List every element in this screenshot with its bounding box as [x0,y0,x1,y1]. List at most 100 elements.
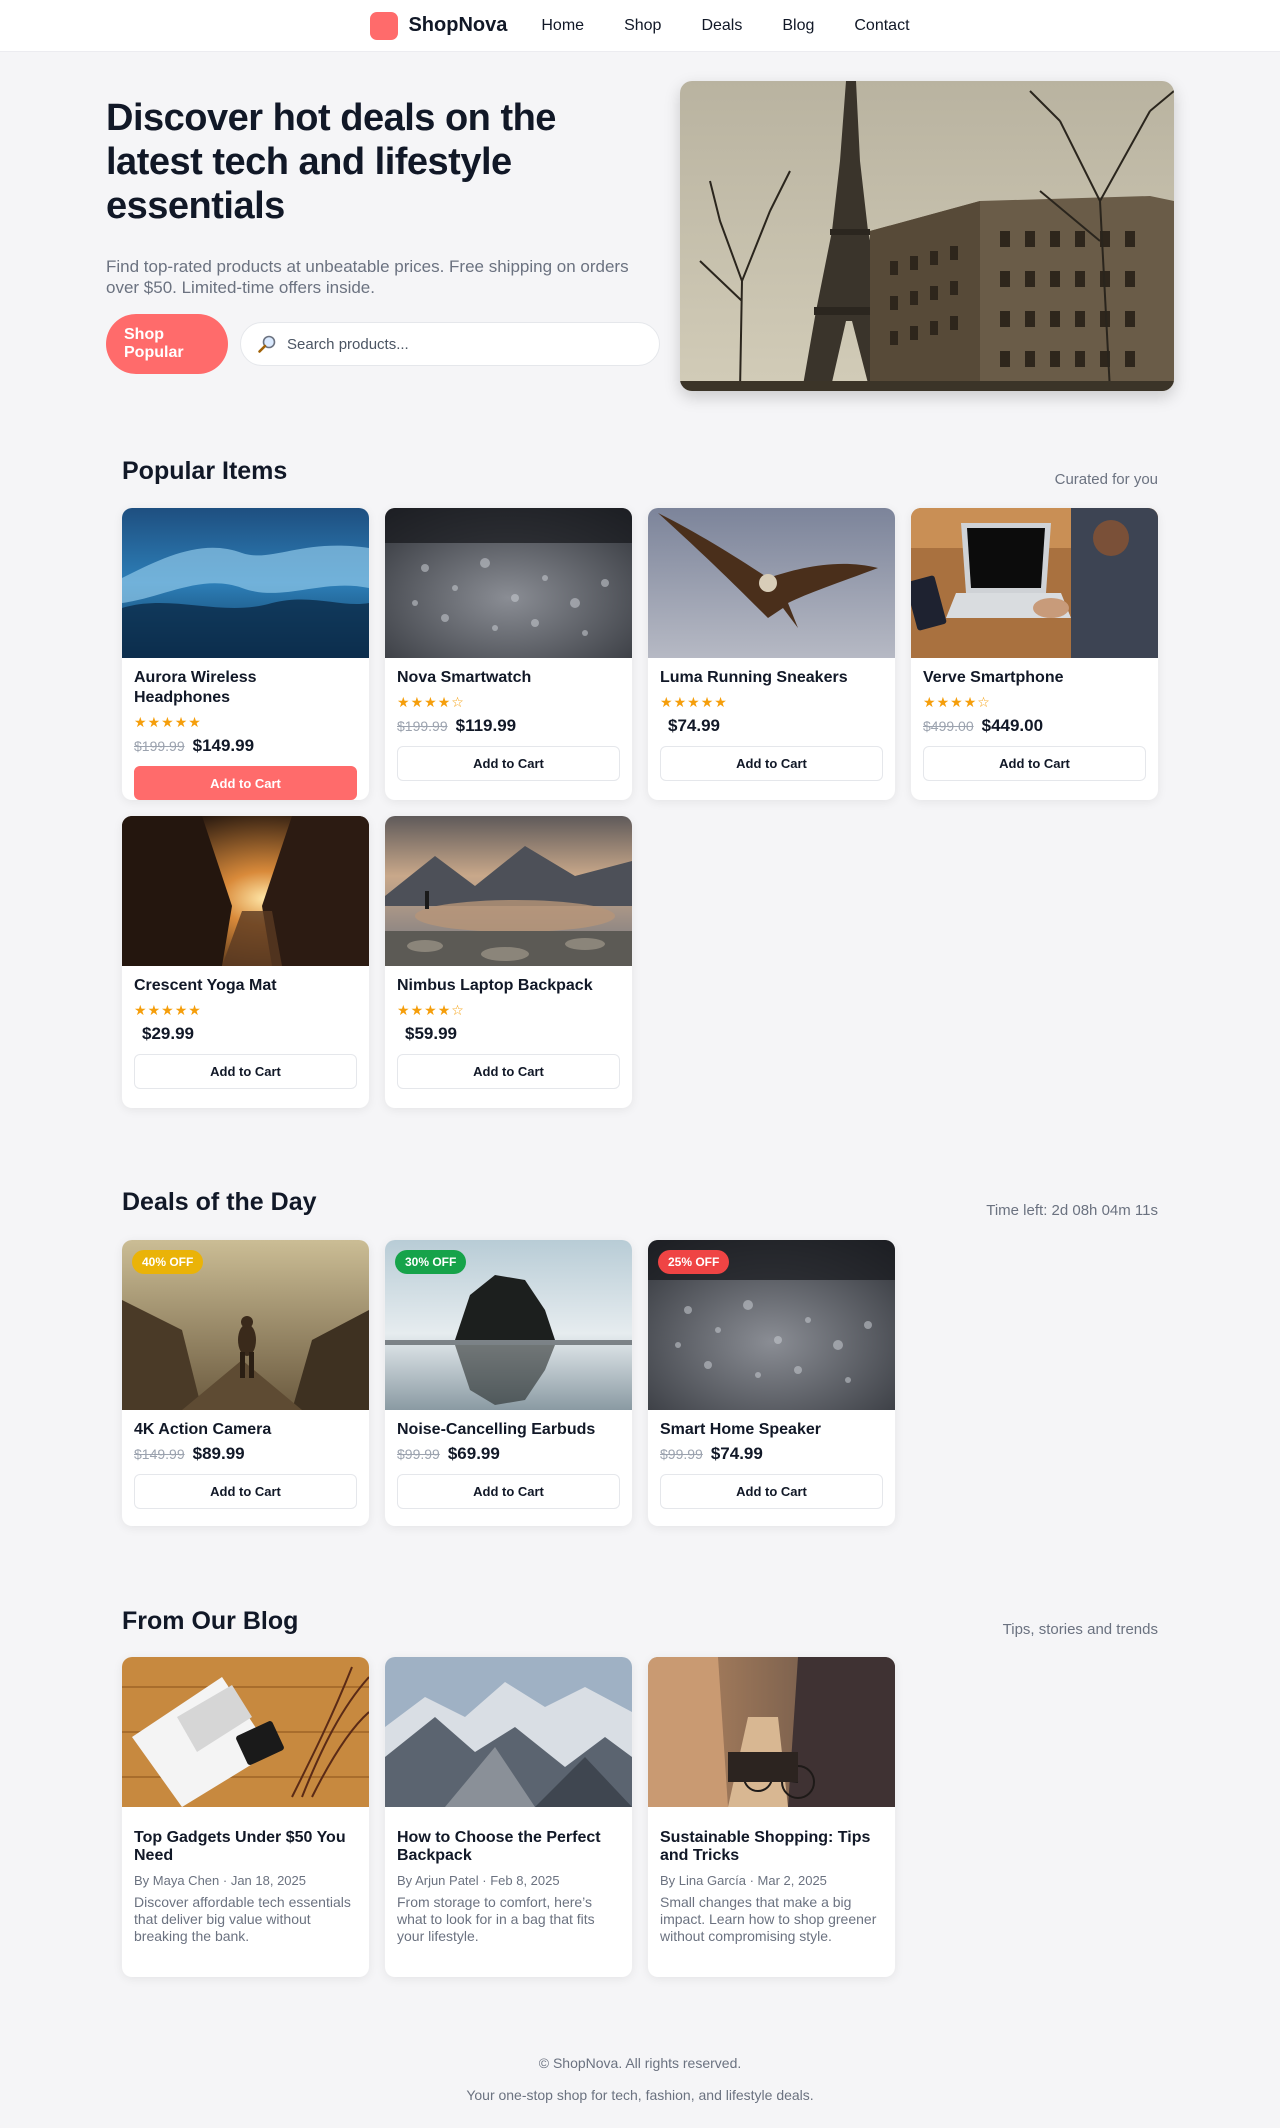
blog-image [385,1657,632,1807]
star-empty-icon: ☆ [451,694,464,710]
footer-copyright: © ShopNova. All rights reserved. [538,2055,742,2071]
product-name: Luma Running Sneakers [660,669,848,686]
product-name: Nova Smartwatch [397,669,532,686]
star-filled-icon: ★ [963,694,977,710]
add-to-cart-button[interactable]: Add to Cart [134,1474,357,1509]
blog-post-title[interactable]: Top Gadgets Under $50 You Need [134,1829,357,1865]
star-filled-icon: ★ [410,1002,424,1018]
product-image [385,508,632,658]
product-name: Nimbus Laptop Backpack [397,977,593,994]
blog-card[interactable]: Top Gadgets Under $50 You Need By Maya C… [122,1657,369,1977]
add-to-cart-button[interactable]: Add to Cart [397,1054,620,1089]
discount-badge: 30% OFF [395,1250,467,1274]
blog-post-excerpt: From storage to comfort, here’s what to … [397,1894,595,1944]
original-price: $149.99 [134,1446,185,1462]
nav-link-shop[interactable]: Shop [624,17,661,35]
nav-link-contact[interactable]: Contact [854,17,909,35]
product-name: Aurora Wireless Headphones [134,669,257,706]
sale-price: $74.99 [668,716,720,735]
product-name: Verve Smartphone [923,669,1064,686]
add-to-cart-button[interactable]: Add to Cart [660,746,883,781]
blog-post-title[interactable]: Sustainable Shopping: Tips and Tricks [660,1829,883,1865]
blog-card[interactable]: Sustainable Shopping: Tips and Tricks By… [648,1657,895,1977]
star-filled-icon: ★ [687,694,700,710]
popular-section-subtitle: Curated for you [1054,471,1158,488]
blog-post-excerpt: Small changes that make a big impact. Le… [660,1894,877,1944]
star-filled-icon: ★ [410,694,424,710]
star-filled-icon: ★ [437,694,451,710]
hero-image [680,81,1174,391]
star-filled-icon: ★ [188,1002,201,1018]
nav-link-home[interactable]: Home [541,17,584,35]
rating-stars: ★ ★ ★ ★ ★ [660,694,883,710]
blog-post-meta: By Lina García · Mar 2, 2025 [660,1873,827,1888]
star-filled-icon: ★ [147,714,161,730]
blog-card[interactable]: How to Choose the Perfect Backpack By Ar… [385,1657,632,1977]
star-filled-icon: ★ [134,714,147,730]
rating-stars: ★ ★ ★ ★ ☆ [397,1002,620,1018]
rating-stars: ★ ★ ★ ★ ☆ [397,694,620,710]
deal-price: $89.99 [192,1444,245,1463]
deal-card[interactable]: 25% OFF Smart Home Speaker $99.99 $74.99… [648,1240,895,1526]
product-card[interactable]: Nova Smartwatch ★ ★ ★ ★ ☆ $199.99 $119.99 Ad… [385,508,632,800]
star-empty-icon: ☆ [451,1002,464,1018]
product-card[interactable]: Crescent Yoga Mat ★ ★ ★ ★ ★ $29.99 Add to Ca… [122,816,369,1108]
deal-card[interactable]: 30% OFF Noise-Cancelling Earbuds $99.99 … [385,1240,632,1526]
add-to-cart-button[interactable]: Add to Cart [660,1474,883,1509]
sale-price: $59.99 [405,1024,457,1043]
brand-logo-icon [370,11,399,40]
product-card[interactable]: Luma Running Sneakers ★ ★ ★ ★ ★ $74.99 Add t… [648,508,895,800]
star-filled-icon: ★ [660,694,673,710]
deal-name: Smart Home Speaker [660,1421,821,1438]
deals-countdown: Time left: 2d 08h 04m 11s [986,1202,1158,1219]
product-card[interactable]: Nimbus Laptop Backpack ★ ★ ★ ★ ☆ $59.99 Add … [385,816,632,1108]
star-filled-icon: ★ [424,694,437,710]
add-to-cart-button[interactable]: Add to Cart [397,746,620,781]
nav-link-blog[interactable]: Blog [782,17,814,35]
product-image [122,508,369,658]
star-filled-icon: ★ [147,1002,161,1018]
add-to-cart-button[interactable]: Add to Cart [134,1054,357,1089]
rating-stars: ★ ★ ★ ★ ★ [134,714,357,730]
original-price: $199.99 [134,738,185,754]
star-filled-icon: ★ [134,1002,147,1018]
deal-image: 25% OFF [648,1240,895,1410]
hero-section: Discover hot deals on the latest tech an… [0,52,1280,412]
add-to-cart-button[interactable]: Add to Cart [397,1474,620,1509]
product-card[interactable]: Aurora Wireless Headphones ★ ★ ★ ★ ★ $199.99… [122,508,369,800]
product-card[interactable]: Verve Smartphone ★ ★ ★ ★ ☆ $499.00 $449.00 A… [911,508,1158,800]
blog-post-meta: By Arjun Patel · Feb 8, 2025 [397,1873,560,1888]
deal-price: $74.99 [710,1444,763,1463]
blog-post-title[interactable]: How to Choose the Perfect Backpack [397,1829,620,1865]
star-filled-icon: ★ [714,694,727,710]
blog-post-meta: By Maya Chen · Jan 18, 2025 [134,1873,306,1888]
original-price: $99.99 [397,1446,440,1462]
star-filled-icon: ★ [424,1002,437,1018]
brand[interactable]: ShopNova [370,11,507,40]
deals-section-title: Deals of the Day [122,1188,317,1216]
star-filled-icon: ★ [950,694,963,710]
search-input[interactable] [287,335,647,353]
add-to-cart-button[interactable]: Add to Cart [134,766,357,800]
product-image [122,816,369,966]
original-price: $99.99 [660,1446,703,1462]
nav-link-deals[interactable]: Deals [701,17,742,35]
product-image [911,508,1158,658]
deal-image: 40% OFF [122,1240,369,1410]
discount-badge: 40% OFF [132,1250,204,1274]
nav-links: Home Shop Deals Blog Contact [541,17,909,35]
star-filled-icon: ★ [700,694,714,710]
product-image [648,508,895,658]
original-price: $499.00 [923,718,974,734]
shop-popular-button[interactable]: Shop Popular [106,314,228,374]
deal-name: Noise-Cancelling Earbuds [397,1421,596,1438]
add-to-cart-button[interactable]: Add to Cart [923,746,1146,781]
deal-card[interactable]: 40% OFF 4K Action Camera $149.99 $89.99 … [122,1240,369,1526]
star-filled-icon: ★ [174,714,188,730]
hero-title: Discover hot deals on the latest tech an… [106,97,556,227]
star-filled-icon: ★ [923,694,936,710]
star-filled-icon: ★ [936,694,950,710]
star-empty-icon: ☆ [977,694,990,710]
star-filled-icon: ★ [397,1002,410,1018]
search-bar[interactable] [240,322,660,366]
